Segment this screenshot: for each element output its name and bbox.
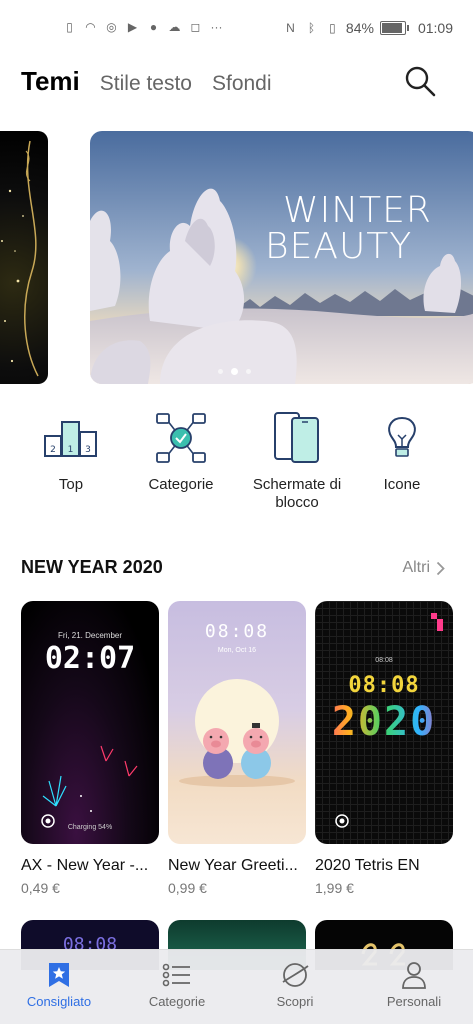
category-lockscreens[interactable]: Schermate di blocco (237, 408, 357, 512)
nav-consigliato-label: Consigliato (26, 994, 92, 1009)
wifi-icon: ◠ (85, 20, 96, 34)
theme-price: 1,99 € (315, 880, 354, 896)
notification-icons: ▯ ◠ ◎ ▶ ● ☁ ◻ ··· (62, 20, 224, 34)
preview-charging: Charging 54% (67, 824, 113, 831)
system-icons: N ᛒ ▯ 84% 01:09 (283, 20, 453, 36)
instagram-icon: ◻ (190, 20, 201, 34)
category-icone[interactable]: Icone (342, 408, 462, 494)
svg-text:2: 2 (50, 445, 56, 455)
carousel-dot (246, 369, 251, 374)
banner-title-line2: BEAUTY (265, 226, 413, 267)
bottom-navigation: Consigliato Categorie Scopri Personali (0, 949, 473, 1024)
podium-icon: 2 1 3 (44, 421, 97, 457)
lightbulb-icon (388, 416, 416, 457)
theme-name: AX - New Year -... (21, 857, 149, 874)
planet-icon (282, 963, 309, 987)
location-icon: ◎ (106, 20, 117, 34)
lockscreen-icon (274, 412, 319, 463)
banner-previous-slide[interactable] (0, 131, 48, 384)
bluetooth-icon: ᛒ (307, 21, 316, 35)
list-icon (162, 963, 190, 987)
more-notifications-icon: ··· (210, 20, 223, 34)
status-bar: ▯ ◠ ◎ ▶ ● ☁ ◻ ··· N ᛒ ▯ 84% 01:09 (0, 0, 473, 58)
category-lockscreens-label: Schermate di blocco (252, 476, 342, 511)
pigs-couple-graphic (179, 679, 295, 787)
carousel-dot-active (231, 368, 238, 375)
nav-categorie-label: Categorie (148, 994, 206, 1009)
category-icone-label: Icone (383, 476, 421, 493)
clock: 01:09 (417, 20, 453, 36)
header-tabs: Temi Stile testo Sfondi (21, 66, 272, 97)
theme-preview: 08:08 Mon, Oct 16 (168, 601, 306, 844)
banner-title: WINTER BEAUTY (265, 193, 432, 265)
theme-preview: Fri, 21. December 02:07 Charging 54% (21, 601, 159, 844)
theme-card[interactable]: 08:08 Mon, Oct 16 New Year Greeti... 0,9… (168, 601, 306, 896)
battery-icon (379, 21, 409, 35)
theme-preview: 08:08 08:08 2020 (315, 601, 453, 844)
section-title: NEW YEAR 2020 (21, 557, 163, 577)
nav-categorie[interactable]: Categorie (118, 960, 236, 1009)
svg-text:3: 3 (85, 445, 91, 455)
categories-icon (156, 413, 206, 463)
theme-price: 0,49 € (21, 880, 60, 896)
battery-fill (381, 23, 403, 33)
battery-percent: 84% (345, 20, 374, 36)
facebook-icon: ● (149, 20, 158, 34)
nfc-icon: N (286, 21, 295, 35)
category-top-label: Top (58, 476, 84, 493)
vibrate-icon: ▯ (329, 21, 336, 35)
star-bookmark-icon (49, 963, 69, 987)
theme-price: 0,99 € (168, 880, 207, 896)
theme-card[interactable]: 08:08 08:08 2020 2020 Tetris EN 1,99 € (315, 601, 453, 896)
chevron-right-icon (436, 561, 445, 575)
category-top[interactable]: 2 1 3 Top (11, 408, 131, 494)
search-button[interactable] (403, 64, 437, 98)
sim-alert-icon: ▯ (66, 20, 73, 34)
fireworks-graphic (41, 745, 138, 828)
category-categorie-label: Categorie (148, 476, 214, 493)
theme-card[interactable]: Fri, 21. December 02:07 Charging 54% AX … (21, 601, 159, 896)
featured-banner[interactable]: WINTER BEAUTY (90, 131, 473, 384)
tab-temi[interactable]: Temi (21, 66, 80, 97)
person-icon (402, 962, 426, 989)
more-link-label: Altri (402, 559, 430, 576)
more-link[interactable]: Altri (402, 559, 445, 577)
carousel-dot (218, 369, 223, 374)
nav-scopri-label: Scopri (276, 994, 314, 1009)
tetris-blocks-graphic (335, 613, 443, 828)
gold-ornament-graphic (1, 140, 39, 377)
svg-text:1: 1 (68, 445, 74, 455)
tab-stile-testo[interactable]: Stile testo (100, 72, 192, 96)
theme-name: 2020 Tetris EN (315, 857, 420, 874)
category-shortcuts: 2 1 3 Top Categorie Schermate di blocco … (0, 408, 473, 518)
nav-personali-label: Personali (386, 994, 442, 1009)
banner-title-line1: WINTER (283, 190, 432, 231)
cloud-icon: ☁ (168, 20, 181, 34)
nav-scopri[interactable]: Scopri (236, 960, 354, 1009)
theme-name: New Year Greeti... (168, 857, 298, 874)
search-icon (405, 66, 436, 97)
carousel-indicator (218, 368, 251, 375)
play-store-icon: ▶ (127, 20, 138, 34)
category-categorie[interactable]: Categorie (121, 408, 241, 494)
nav-personali[interactable]: Personali (355, 960, 473, 1009)
nav-consigliato[interactable]: Consigliato (0, 960, 118, 1009)
tab-sfondi[interactable]: Sfondi (212, 72, 272, 96)
